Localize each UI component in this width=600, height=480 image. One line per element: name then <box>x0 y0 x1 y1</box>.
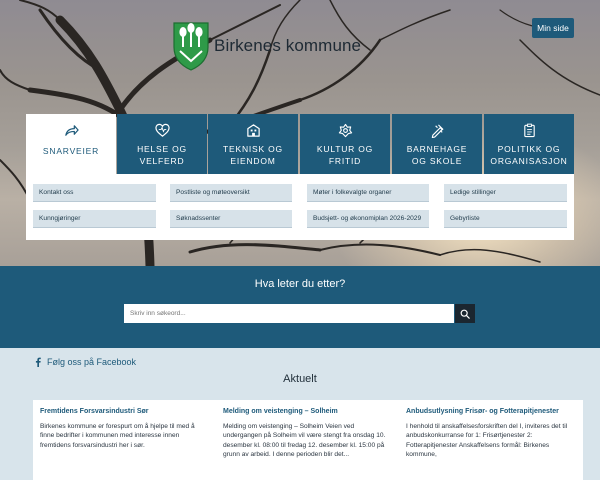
tab-label: HELSE OG VELFERD <box>137 144 187 166</box>
heart-icon <box>154 123 170 137</box>
facebook-link[interactable]: Følg oss på Facebook <box>34 357 136 367</box>
tab-kultur-og-fritid[interactable]: KULTUR OG FRITID <box>300 114 390 174</box>
news-title[interactable]: Melding om veistenging – Solheim <box>223 407 393 417</box>
quick-link-gebyrliste[interactable]: Gebyrliste <box>444 210 567 228</box>
news-heading: Aktuelt <box>283 373 317 385</box>
news-card[interactable]: Melding om veistenging – Solheim Melding… <box>216 400 400 480</box>
tab-snarveier[interactable]: SNARVEIER <box>26 114 116 176</box>
quick-link-budsjett[interactable]: Budsjett- og økonomiplan 2026-2029 <box>307 210 429 228</box>
news-card[interactable]: Fremtidens Forsvarsindustri Sør Birkenes… <box>33 400 217 480</box>
quick-link-moter[interactable]: Møter i folkevalgte organer <box>307 184 429 202</box>
facebook-icon <box>35 357 41 367</box>
quick-link-soknadssenter[interactable]: Søknadssenter <box>170 210 292 228</box>
service-menu: SNARVEIER HELSE OG VELFERD TEKNISK OG EI… <box>26 114 574 240</box>
tab-label: POLITIKK OG ORGANISASJON <box>490 144 568 166</box>
building-icon <box>246 124 260 137</box>
quick-links: Kontakt oss Postliste og møteoversikt Mø… <box>26 174 574 240</box>
tab-label: TEKNISK OG EIENDOM <box>223 144 283 166</box>
quick-link-ledige-stillinger[interactable]: Ledige stillinger <box>444 184 567 202</box>
tab-barnehage-og-skole[interactable]: BARNEHAGE OG SKOLE <box>392 114 482 174</box>
min-side-button[interactable]: Min side <box>532 18 574 38</box>
search-icon <box>460 309 470 319</box>
search-input[interactable] <box>124 304 454 323</box>
tab-teknisk-og-eiendom[interactable]: TEKNISK OG EIENDOM <box>208 114 298 174</box>
pencil-ruler-icon <box>431 124 444 138</box>
clipboard-icon <box>523 123 535 138</box>
tab-helse-og-velferd[interactable]: HELSE OG VELFERD <box>117 114 207 174</box>
news-card[interactable]: Anbudsutlysning Frisør- og Fotterapitjen… <box>399 400 583 480</box>
quick-link-kontakt-oss[interactable]: Kontakt oss <box>33 184 156 202</box>
facebook-label: Følg oss på Facebook <box>47 357 137 367</box>
tab-label: BARNEHAGE OG SKOLE <box>406 144 468 166</box>
tab-label: SNARVEIER <box>42 146 100 156</box>
quick-link-postliste[interactable]: Postliste og møteoversikt <box>170 184 292 202</box>
news-section: Følg oss på Facebook Aktuelt Fremtidens … <box>0 348 600 480</box>
news-excerpt: Birkenes kommune er forespurt om å hjelp… <box>40 422 195 449</box>
share-arrow-icon <box>64 125 79 136</box>
site-name: Birkenes kommune <box>214 36 362 55</box>
news-title[interactable]: Anbudsutlysning Frisør- og Fotterapitjen… <box>406 407 576 417</box>
search-title: Hva leter du etter? <box>254 278 346 290</box>
search-button[interactable] <box>455 304 475 323</box>
crest-icon <box>173 22 209 71</box>
news-excerpt: I henhold til anskaffelsesforskriften de… <box>406 422 568 459</box>
flower-icon <box>338 123 352 138</box>
quick-link-kunngjoringer[interactable]: Kunngjøringer <box>33 210 156 228</box>
news-title[interactable]: Fremtidens Forsvarsindustri Sør <box>40 407 210 417</box>
search-section: Hva leter du etter? <box>0 266 600 348</box>
site-logo[interactable]: Birkenes kommune <box>172 20 361 72</box>
news-excerpt: Melding om veistenging – Solheim Veien v… <box>223 422 386 459</box>
tab-label: KULTUR OG FRITID <box>316 144 374 166</box>
tab-politikk-og-organisasjon[interactable]: POLITIKK OG ORGANISASJON <box>484 114 574 174</box>
